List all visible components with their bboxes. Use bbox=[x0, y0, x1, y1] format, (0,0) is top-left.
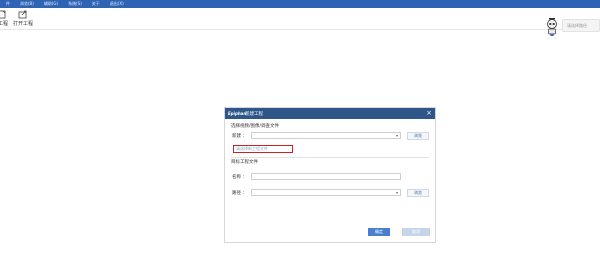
source-section-label: 选择视频/图像/调查文件 bbox=[231, 124, 280, 129]
new-project-icon bbox=[0, 10, 6, 19]
menu-bar: 件 浏览(B) 辅助(G) 系统(S) 关于 退出(X) bbox=[0, 0, 600, 8]
toolbar: 工程 打开工程 请选择路径 bbox=[0, 8, 600, 36]
new-project-label: 工程 bbox=[0, 21, 8, 27]
name-field-label: 名称 ： bbox=[232, 175, 247, 180]
chevron-down-icon: ▾ bbox=[395, 190, 398, 195]
dialog-title: 新建工程 bbox=[245, 111, 263, 117]
dialog-logo: Epiphan bbox=[228, 111, 247, 116]
new-project-button[interactable]: 工程 bbox=[0, 10, 10, 27]
new-field-label: 新建 ： bbox=[232, 134, 247, 139]
new-project-dialog: Epiphan 新建工程 × 选择视频/图像/调查文件 新建 ： ▾ 浏览 请选… bbox=[224, 107, 436, 243]
open-project-label: 打开工程 bbox=[12, 21, 33, 27]
open-project-icon bbox=[18, 10, 27, 19]
open-project-button[interactable]: 打开工程 bbox=[12, 10, 34, 27]
source-browse-button[interactable]: 浏览 bbox=[407, 132, 429, 140]
menu-exit[interactable]: 退出(X) bbox=[110, 1, 124, 7]
path-browse-button[interactable]: 浏览 bbox=[407, 189, 429, 197]
chevron-down-icon: ▾ bbox=[395, 133, 398, 138]
menu-assist[interactable]: 辅助(G) bbox=[44, 1, 58, 7]
new-project-hint-field[interactable]: 请选择新工程文件 bbox=[233, 145, 293, 153]
path-field-label: 路径 ： bbox=[232, 191, 247, 196]
close-icon[interactable]: × bbox=[426, 109, 432, 117]
path-select[interactable]: ▾ bbox=[251, 189, 401, 196]
menu-about[interactable]: 关于 bbox=[92, 1, 100, 7]
menu-system[interactable]: 系统(S) bbox=[68, 1, 82, 7]
ok-button[interactable]: 确定 bbox=[368, 228, 390, 236]
name-input[interactable] bbox=[251, 173, 401, 180]
menu-browse[interactable]: 浏览(B) bbox=[20, 1, 34, 7]
target-section-label: 目标工程文件 bbox=[231, 160, 258, 165]
cancel-button[interactable]: 取消 bbox=[402, 228, 430, 236]
dialog-title-bar: Epiphan 新建工程 × bbox=[225, 108, 435, 119]
assistant-robot-icon[interactable] bbox=[545, 17, 559, 37]
source-file-select[interactable]: ▾ bbox=[251, 132, 401, 139]
menu-file[interactable]: 件 bbox=[6, 1, 10, 7]
section-divider bbox=[231, 157, 429, 158]
search-input[interactable]: 请选择路径 bbox=[562, 19, 600, 32]
